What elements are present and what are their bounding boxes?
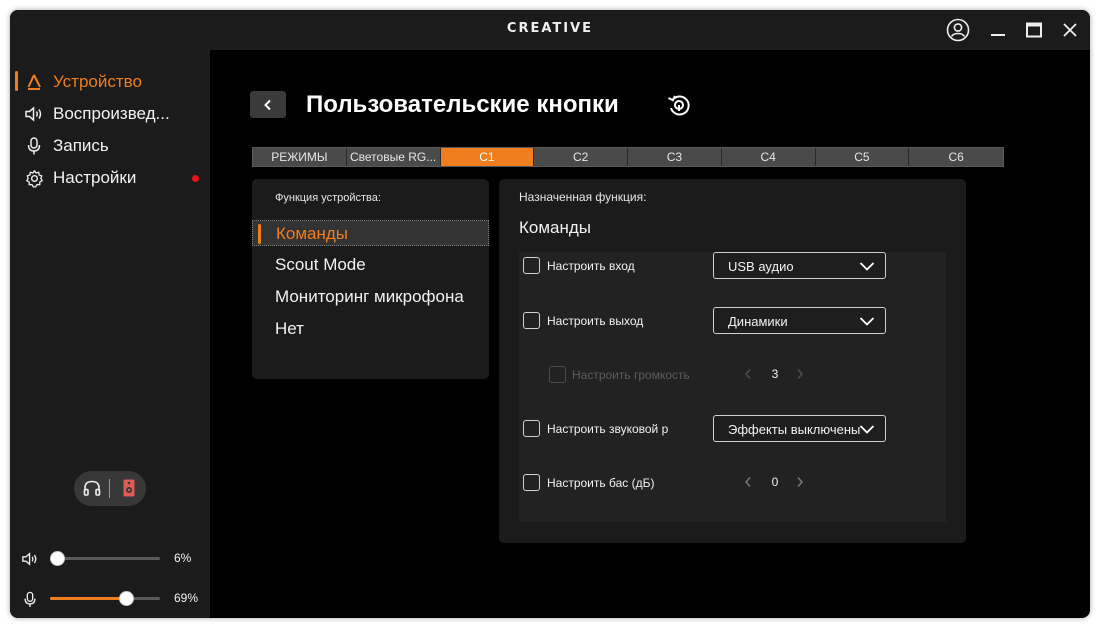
app-window: CREATIVE Устройство Воспроизвед... Запис… <box>10 10 1090 618</box>
sidebar: Устройство Воспроизвед... Запись Настрой… <box>10 50 210 618</box>
speaker-icon <box>24 104 44 124</box>
account-icon[interactable] <box>945 17 971 43</box>
chevron-right-icon <box>797 369 804 379</box>
tab-c2[interactable]: C2 <box>534 148 628 166</box>
reset-icon[interactable] <box>666 92 692 118</box>
sidebar-item-playback[interactable]: Воспроизвед... <box>10 100 210 128</box>
slider-track[interactable] <box>49 551 160 566</box>
sidebar-item-device[interactable]: Устройство <box>10 68 210 96</box>
chevron-down-icon <box>859 317 875 326</box>
sidebar-item-label: Устройство <box>53 72 142 91</box>
tab-rgb-lighting[interactable]: Световые RG... <box>347 148 441 166</box>
slider-knob[interactable] <box>118 591 134 606</box>
sidebar-item-label: Запись <box>53 136 109 155</box>
output-checkbox[interactable] <box>523 312 540 329</box>
commands-list: Настроить вход USB аудио Настроить выход… <box>519 252 946 522</box>
chevron-left-icon[interactable] <box>744 476 752 488</box>
tab-c1[interactable]: C1 <box>440 148 535 166</box>
maximize-icon[interactable] <box>1021 17 1047 43</box>
device-icon <box>24 72 44 92</box>
input-checkbox[interactable] <box>523 257 540 274</box>
command-label: Настроить бас (дБ) <box>547 476 655 490</box>
assigned-function-panel: Назначенная функция: Команды Настроить в… <box>499 179 966 543</box>
volume-icon <box>20 549 40 569</box>
page-title: Пользовательские кнопки <box>306 91 619 118</box>
command-label: Настроить выход <box>547 314 644 328</box>
assigned-function-label: Назначенная функция: <box>519 190 647 204</box>
slider-fill <box>50 597 126 600</box>
function-item-label: Команды <box>276 224 349 243</box>
chevron-left-icon <box>264 99 271 110</box>
command-row-input: Настроить вход USB аудио <box>519 252 946 280</box>
function-item-label: Scout Mode <box>275 255 366 274</box>
volume-value: 6% <box>174 551 192 565</box>
tab-modes[interactable]: РЕЖИМЫ <box>253 148 347 166</box>
command-row-output: Настроить выход Динамики <box>519 307 946 335</box>
headphones-icon[interactable] <box>82 478 102 498</box>
sidebar-item-settings[interactable]: Настройки <box>10 164 210 192</box>
device-function-panel: Функция устройства: Команды Scout Mode М… <box>252 179 489 379</box>
mic-volume-slider[interactable]: 69% <box>10 587 210 611</box>
volume-stepper: 3 <box>744 366 808 384</box>
stepper-value: 3 <box>771 367 779 381</box>
sidebar-item-recording[interactable]: Запись <box>10 132 210 160</box>
tab-c6[interactable]: C6 <box>909 148 1003 166</box>
chevron-right-icon[interactable] <box>796 476 804 488</box>
sound-mode-dropdown[interactable]: Эффекты выключены <box>713 415 886 442</box>
tab-c3[interactable]: C3 <box>628 148 722 166</box>
sidebar-item-label: Настройки <box>53 168 137 187</box>
selected-marker <box>258 224 261 244</box>
title-bar: CREATIVE <box>10 10 1090 50</box>
back-button[interactable] <box>250 91 286 118</box>
dropdown-value: USB аудио <box>728 259 794 274</box>
function-item-mic-monitoring[interactable]: Мониторинг микрофона <box>252 284 489 310</box>
dropdown-value: Эффекты выключены <box>728 422 861 437</box>
chevron-left-icon <box>744 369 751 379</box>
output-toggle[interactable] <box>74 471 146 506</box>
command-label: Настроить вход <box>547 259 635 273</box>
slider-knob[interactable] <box>49 551 65 566</box>
function-item-label: Мониторинг микрофона <box>275 287 464 306</box>
command-row-volume: Настроить громкость 3 <box>519 361 946 389</box>
device-function-label: Функция устройства: <box>275 192 381 204</box>
assigned-function-value: Команды <box>519 218 592 237</box>
dropdown-value: Динамики <box>728 314 788 329</box>
microphone-icon <box>24 136 44 156</box>
input-dropdown[interactable]: USB аудио <box>713 252 886 279</box>
tab-c4[interactable]: C4 <box>722 148 816 166</box>
command-label: Настроить громкость <box>572 368 690 382</box>
command-label: Настроить звуковой р <box>547 422 669 436</box>
function-item-none[interactable]: Нет <box>252 316 489 342</box>
brand-logo: CREATIVE <box>506 21 594 36</box>
tab-c5[interactable]: C5 <box>816 148 910 166</box>
bass-checkbox[interactable] <box>523 474 540 491</box>
tab-bar: РЕЖИМЫ Световые RG... C1 C2 C3 C4 C5 C6 <box>252 147 1004 167</box>
sound-mode-checkbox[interactable] <box>523 420 540 437</box>
notification-dot <box>192 174 199 182</box>
mic-volume-value: 69% <box>174 591 199 605</box>
output-dropdown[interactable]: Динамики <box>713 307 886 334</box>
close-icon[interactable] <box>1057 17 1083 43</box>
speaker-box-icon[interactable] <box>119 478 139 498</box>
toggle-divider <box>109 479 110 498</box>
slider-track[interactable] <box>50 591 160 606</box>
gear-icon <box>24 168 44 188</box>
chevron-down-icon <box>859 262 875 271</box>
stepper-value: 0 <box>771 475 779 489</box>
minimize-icon[interactable] <box>985 17 1011 43</box>
sidebar-item-label: Воспроизвед... <box>53 104 170 123</box>
function-item-label: Нет <box>275 319 304 338</box>
active-marker <box>15 71 18 91</box>
playback-volume-slider[interactable]: 6% <box>10 547 210 571</box>
chevron-down-icon <box>859 425 875 434</box>
command-row-bass: Настроить бас (дБ) 0 <box>519 469 946 497</box>
microphone-icon <box>20 589 40 609</box>
function-item-scout-mode[interactable]: Scout Mode <box>252 252 489 278</box>
volume-checkbox <box>549 366 566 383</box>
function-item-commands[interactable]: Команды <box>252 220 489 246</box>
command-row-sound-mode: Настроить звуковой р Эффекты выключены <box>519 415 946 443</box>
bass-stepper[interactable]: 0 <box>744 474 808 492</box>
